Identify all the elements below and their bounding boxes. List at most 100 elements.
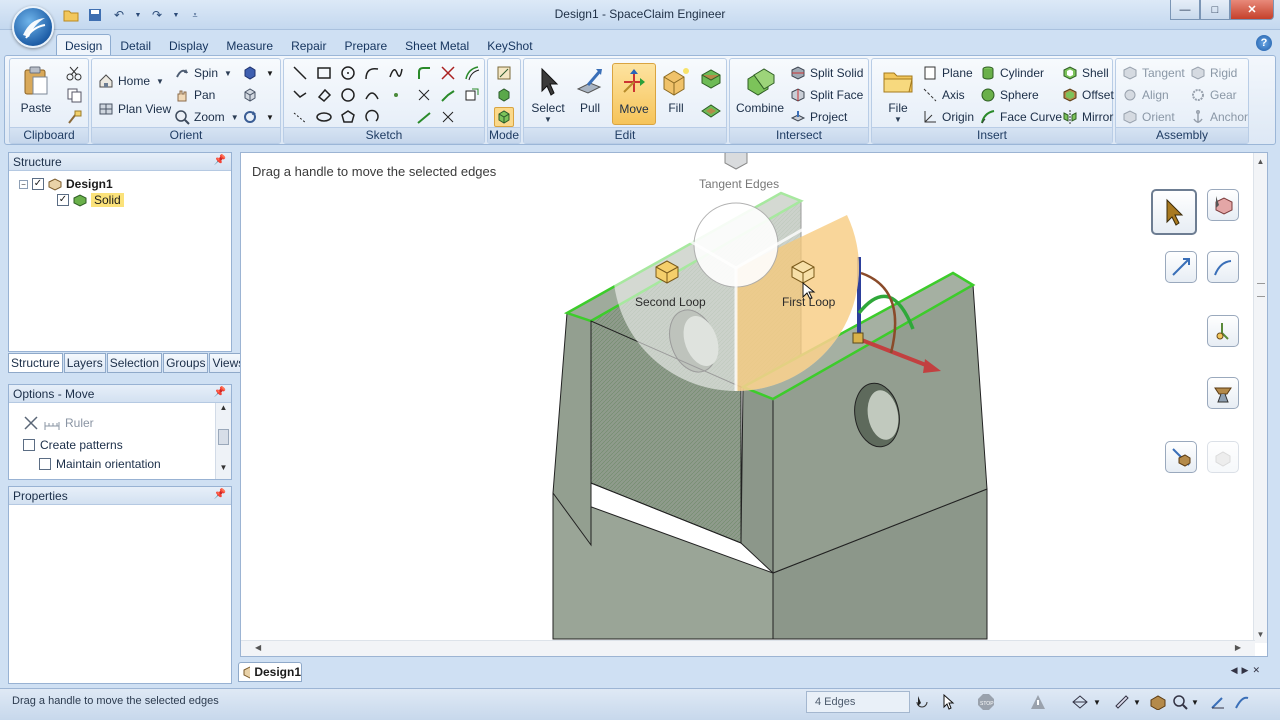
three-point-rectangle-icon[interactable] <box>314 85 334 105</box>
tab-display[interactable]: Display <box>160 34 217 57</box>
tab-sheet-metal[interactable]: Sheet Metal <box>396 34 478 57</box>
sweep-arc-icon[interactable] <box>362 107 382 127</box>
plane-button[interactable]: Plane <box>922 63 973 83</box>
tweak-face-icon[interactable] <box>698 97 724 123</box>
select-guide-button[interactable] <box>1151 189 1197 235</box>
project-to-sketch-icon[interactable] <box>462 85 482 105</box>
tree-item-solid[interactable]: ✓ Solid <box>57 193 124 207</box>
split-solid-button[interactable]: Split Solid <box>790 63 863 83</box>
3d-mode-icon[interactable] <box>494 107 514 127</box>
subtab-selection[interactable]: Selection <box>106 353 163 373</box>
select-button[interactable]: Select ▼ <box>526 65 570 124</box>
pin-icon[interactable]: 📌 <box>214 387 226 398</box>
section-mode-icon[interactable] <box>494 85 514 105</box>
orient-rotate-dropdown-icon[interactable]: ▼ <box>260 107 280 127</box>
curve-edit-icon[interactable] <box>1232 693 1252 711</box>
help-icon[interactable]: ? <box>1256 35 1272 51</box>
scroll-down-icon[interactable]: ▼ <box>1254 630 1267 639</box>
tab-keyshot[interactable]: KeyShot <box>478 34 541 57</box>
warning-icon[interactable] <box>1028 693 1048 711</box>
maximize-button[interactable]: □ <box>1200 0 1230 20</box>
offset-button[interactable]: Offset <box>1062 85 1114 105</box>
line-tool-icon[interactable] <box>290 63 310 83</box>
selection-filter-icon[interactable] <box>912 693 932 711</box>
zoom-button[interactable]: Zoom ▼ <box>174 107 239 127</box>
display-style-dropdown-icon[interactable]: ▼ <box>1132 693 1142 711</box>
radial-option-tangent-edges[interactable]: Tangent Edges <box>699 177 779 191</box>
offset-curve-icon[interactable] <box>462 63 482 83</box>
split-curve-icon[interactable] <box>414 85 434 105</box>
view-cube-dropdown-icon[interactable]: ▼ <box>260 63 280 83</box>
tab-detail[interactable]: Detail <box>111 34 160 57</box>
bend-icon[interactable] <box>438 85 458 105</box>
display-style-icon[interactable] <box>240 85 260 105</box>
face-curve-button[interactable]: Face Curve <box>980 107 1062 127</box>
scroll-down-icon[interactable]: ▼ <box>216 463 231 477</box>
detach-guide-button[interactable] <box>1165 441 1197 473</box>
app-menu-button[interactable] <box>12 6 54 48</box>
gear-button[interactable]: Gear <box>1190 85 1237 105</box>
sphere-button[interactable]: Sphere <box>980 85 1039 105</box>
pan-button[interactable]: Pan <box>174 85 215 105</box>
subtab-layers[interactable]: Layers <box>63 353 106 373</box>
scroll-grip-icon[interactable] <box>1257 283 1265 297</box>
tangent-button[interactable]: Tangent <box>1122 63 1185 83</box>
construction-line-icon[interactable] <box>290 107 310 127</box>
collapse-icon[interactable]: − <box>19 179 28 189</box>
create-patterns-checkbox[interactable] <box>23 439 35 451</box>
viewport-vertical-scrollbar[interactable]: ▲ ▼ <box>1253 153 1267 643</box>
tab-design[interactable]: Design <box>56 34 112 57</box>
document-tab-navigation[interactable]: ◀▶✕ <box>1231 665 1264 676</box>
design-viewport[interactable]: Drag a handle to move the selected edges <box>240 152 1268 657</box>
options-scrollbar[interactable]: ▲ ▼ <box>215 403 231 479</box>
insert-file-button[interactable]: File ▼ <box>876 65 920 124</box>
radial-option-first-loop[interactable]: First Loop <box>782 295 835 309</box>
along-trajectory-guide-button[interactable] <box>1207 251 1239 283</box>
display-style-icon[interactable] <box>1112 693 1132 711</box>
orient-rotate-icon[interactable] <box>240 107 260 127</box>
trim-away-icon[interactable] <box>438 63 458 83</box>
select-component-guide-button[interactable] <box>1207 189 1239 221</box>
scroll-right-icon[interactable]: ▶ <box>1235 643 1241 652</box>
cut-icon[interactable] <box>64 63 84 83</box>
model-canvas[interactable] <box>241 153 1255 643</box>
tangent-arc-icon[interactable] <box>362 63 382 83</box>
sketch-edit-icon[interactable] <box>1208 693 1228 711</box>
radial-option-second-loop[interactable]: Second Loop <box>635 295 706 309</box>
paste-button[interactable]: Paste <box>14 65 58 115</box>
create-pattern-guide-button[interactable] <box>1207 441 1239 473</box>
pin-icon[interactable]: 📌 <box>214 489 226 500</box>
axis-button[interactable]: Axis <box>922 85 965 105</box>
polygon-tool-icon[interactable] <box>338 107 358 127</box>
three-point-circle-icon[interactable] <box>338 85 358 105</box>
home-button[interactable]: Home ▼ <box>98 71 164 91</box>
scroll-left-icon[interactable]: ◀ <box>255 643 261 652</box>
polyline-icon[interactable] <box>290 85 310 105</box>
spline-tool-icon[interactable] <box>386 63 406 83</box>
circle-tool-icon[interactable] <box>338 63 358 83</box>
maintain-orientation-option[interactable]: Maintain orientation <box>39 457 161 471</box>
spin-button[interactable]: Spin ▼ <box>174 63 232 83</box>
combine-button[interactable]: Combine <box>734 65 786 115</box>
extend-curve-icon[interactable] <box>414 107 434 127</box>
fill-button[interactable]: Fill <box>654 65 698 115</box>
copy-icon[interactable] <box>64 85 84 105</box>
mirror-button[interactable]: Mirror <box>1062 107 1113 127</box>
anchor-guide-button[interactable] <box>1207 315 1239 347</box>
shell-button[interactable]: Shell <box>1062 63 1109 83</box>
visibility-checkbox[interactable]: ✓ <box>57 194 69 206</box>
move-direction-guide-button[interactable] <box>1165 251 1197 283</box>
tab-repair[interactable]: Repair <box>282 34 335 57</box>
format-painter-icon[interactable] <box>64 107 84 127</box>
box-display-icon[interactable] <box>1148 693 1168 711</box>
view-projection-dropdown-icon[interactable]: ▼ <box>1092 693 1102 711</box>
select-mode-arrow-icon[interactable] <box>938 693 958 711</box>
view-projection-icon[interactable] <box>1070 693 1090 711</box>
tab-measure[interactable]: Measure <box>217 34 282 57</box>
move-button[interactable]: Move <box>612 63 656 125</box>
visibility-checkbox[interactable]: ✓ <box>32 178 44 190</box>
maintain-orientation-checkbox[interactable] <box>39 458 51 470</box>
scroll-thumb[interactable] <box>218 429 229 445</box>
document-tab-design1[interactable]: Design1 <box>238 662 302 682</box>
create-rounded-corner-icon[interactable] <box>414 63 434 83</box>
